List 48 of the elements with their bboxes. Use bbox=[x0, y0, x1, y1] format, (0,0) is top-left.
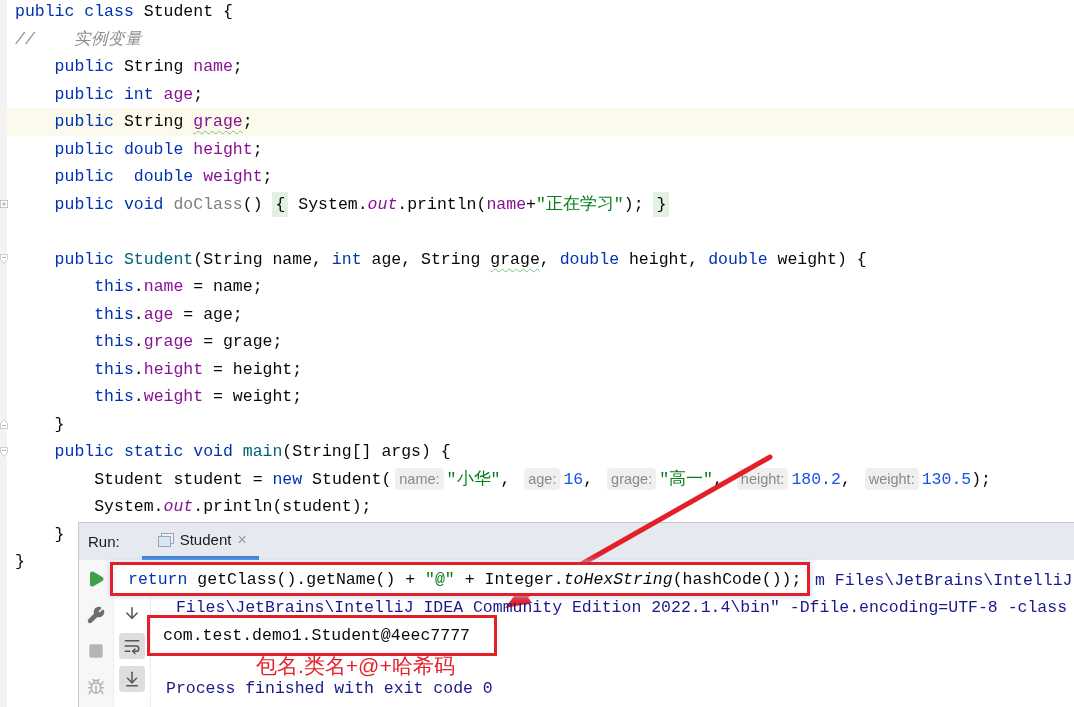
code-text: this.weight = weight; bbox=[93, 387, 303, 407]
code-text: this.name = name; bbox=[93, 277, 263, 297]
run-icon bbox=[87, 570, 105, 588]
annotation-label: 包名.类名+@+哈希码 bbox=[256, 654, 455, 677]
fold-icon[interactable] bbox=[0, 445, 8, 458]
code-text: "小华", bbox=[446, 469, 512, 491]
arrow-down-icon bbox=[123, 604, 141, 622]
parameter-hint: name: bbox=[395, 468, 444, 491]
toggle-button[interactable] bbox=[119, 666, 145, 692]
code-text: public class Student { bbox=[15, 2, 233, 22]
code-text: public int age; bbox=[53, 84, 204, 104]
code-text: public String name; bbox=[53, 57, 243, 77]
code-text: public String grage; bbox=[53, 112, 253, 132]
parameter-hint: weight: bbox=[864, 468, 919, 491]
code-text: public static void main(String[] args) { bbox=[53, 442, 451, 462]
code-text: public Student(String name, int age, String grage, double height, double weight) { bbox=[53, 249, 867, 269]
code-text: this.age = age; bbox=[93, 304, 243, 324]
panel-label: Run: bbox=[88, 533, 120, 550]
code-text: 130.5); bbox=[921, 469, 991, 489]
code-text: public double height; bbox=[53, 139, 263, 159]
code-text: this.height = height; bbox=[93, 359, 303, 379]
code-text: public void doClass() { System.out.println(name+"正在学习"); } bbox=[15, 193, 670, 216]
code-text: 16, bbox=[563, 469, 595, 489]
code-text: Student student = new Student( bbox=[93, 469, 392, 489]
code-text: } bbox=[15, 552, 25, 572]
code-text: // 实例变量 bbox=[15, 29, 143, 51]
wrap-icon bbox=[123, 637, 141, 655]
parameter-hint: grage: bbox=[607, 468, 657, 491]
code-text: 180.2, bbox=[791, 469, 852, 489]
code-text: public double weight; bbox=[53, 167, 273, 187]
bug-icon bbox=[87, 678, 105, 696]
fold-icon[interactable] bbox=[0, 253, 8, 266]
scroll-end-icon bbox=[123, 670, 141, 688]
fold-icon[interactable] bbox=[0, 418, 8, 431]
console-line: m Files\JetBrains\IntelliJ bbox=[815, 570, 1073, 592]
window-icon bbox=[157, 532, 174, 547]
code-text: } bbox=[53, 524, 65, 544]
toggle-button[interactable] bbox=[119, 633, 145, 659]
code-text: this.grage = grage; bbox=[93, 332, 283, 352]
wrench-icon bbox=[87, 606, 105, 624]
parameter-hint: height: bbox=[736, 468, 789, 491]
code-text: System.out.println(student); bbox=[93, 497, 372, 517]
console-line: Process finished with exit code 0 bbox=[166, 678, 493, 700]
parameter-hint: age: bbox=[524, 468, 561, 491]
code-text: } bbox=[53, 414, 65, 434]
stop-icon bbox=[88, 643, 104, 659]
fold-expand-icon[interactable] bbox=[0, 199, 8, 210]
code-popup: return getClass().getName() + "@" + Integer.toHexString(hashCode()); bbox=[110, 562, 810, 596]
